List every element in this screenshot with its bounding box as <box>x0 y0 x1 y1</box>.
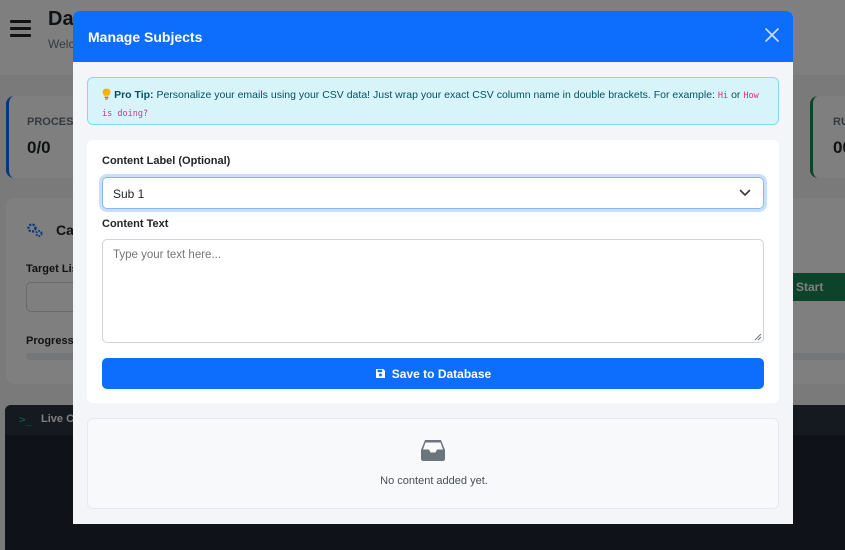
resize-handle-icon[interactable] <box>754 333 762 341</box>
save-to-database-button[interactable]: Save to Database <box>102 358 764 389</box>
empty-state-text: No content added yet. <box>380 475 488 487</box>
manage-subjects-modal: Manage Subjects Pro Tip: Personalize you… <box>73 11 793 524</box>
content-form: Content Label (Optional) Sub 1 Content T… <box>87 140 779 403</box>
floppy-disk-icon <box>375 369 385 378</box>
inbox-icon <box>421 440 445 461</box>
tip-heading: Pro Tip: <box>114 89 154 101</box>
tip-connector: or <box>731 89 741 101</box>
save-button-label: Save to Database <box>391 367 492 381</box>
tip-text: Personalize your emails using your CSV d… <box>156 89 715 101</box>
content-label-select[interactable]: Sub 1 <box>102 177 764 209</box>
select-value: Sub 1 <box>113 187 145 201</box>
content-label-label: Content Label (Optional) <box>102 155 231 167</box>
content-text-label: Content Text <box>102 218 169 230</box>
modal-header: Manage Subjects <box>73 11 793 62</box>
chevron-down-icon <box>739 189 751 196</box>
tip-example-1: Hi <box>717 91 729 101</box>
content-text-input[interactable] <box>102 239 764 343</box>
modal-title: Manage Subjects <box>88 29 203 45</box>
lightbulb-icon <box>102 88 114 101</box>
content-list-empty-state: No content added yet. <box>87 418 779 509</box>
close-icon[interactable] <box>764 27 780 43</box>
pro-tip-alert: Pro Tip: Personalize your emails using y… <box>87 77 779 125</box>
